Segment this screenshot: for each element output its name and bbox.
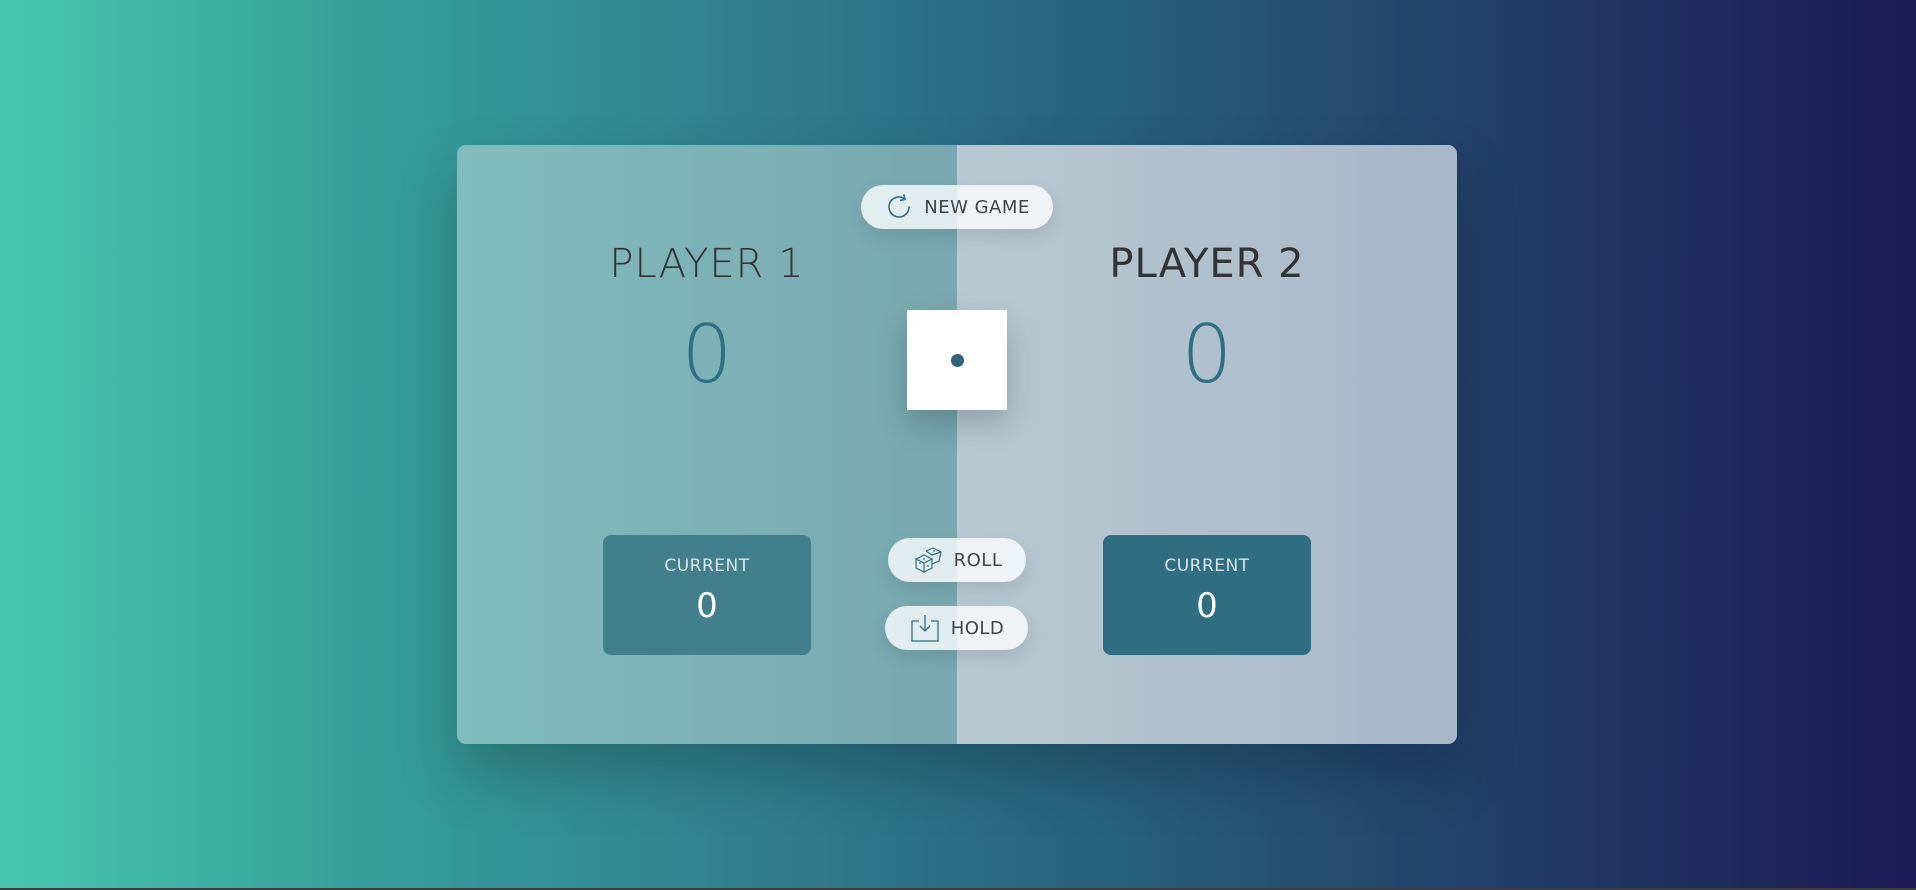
player-1-current-label: CURRENT [664,556,750,576]
player-1-name: PLAYER 1 [609,241,805,287]
download-tray-icon [909,613,941,643]
roll-label: ROLL [953,549,1003,571]
player-2-current-label: CURRENT [1164,556,1250,576]
hold-label: HOLD [950,617,1005,639]
player-2-score: 0 [1181,308,1233,401]
player-2-panel: PLAYER 2 0 CURRENT 0 [957,145,1457,744]
refresh-icon [884,192,914,222]
new-game-label: NEW GAME [924,196,1030,218]
new-game-button[interactable]: NEW GAME [861,185,1053,229]
player-1-current-score: 0 [696,586,718,626]
player-2-current-box: CURRENT 0 [1103,535,1311,655]
dice-icon [912,545,944,575]
player-2-current-score: 0 [1196,586,1218,626]
dice-pip [950,353,964,367]
player-2-name: PLAYER 2 [1109,241,1305,287]
dice [907,310,1007,410]
player-1-score: 0 [681,308,733,401]
player-1-panel: PLAYER 1 0 CURRENT 0 [457,145,957,744]
player-1-current-box: CURRENT 0 [603,535,811,655]
hold-button[interactable]: HOLD [885,606,1028,650]
roll-dice-button[interactable]: ROLL [888,538,1026,582]
game-board: PLAYER 1 0 CURRENT 0 PLAYER 2 0 CURRENT … [457,145,1457,744]
